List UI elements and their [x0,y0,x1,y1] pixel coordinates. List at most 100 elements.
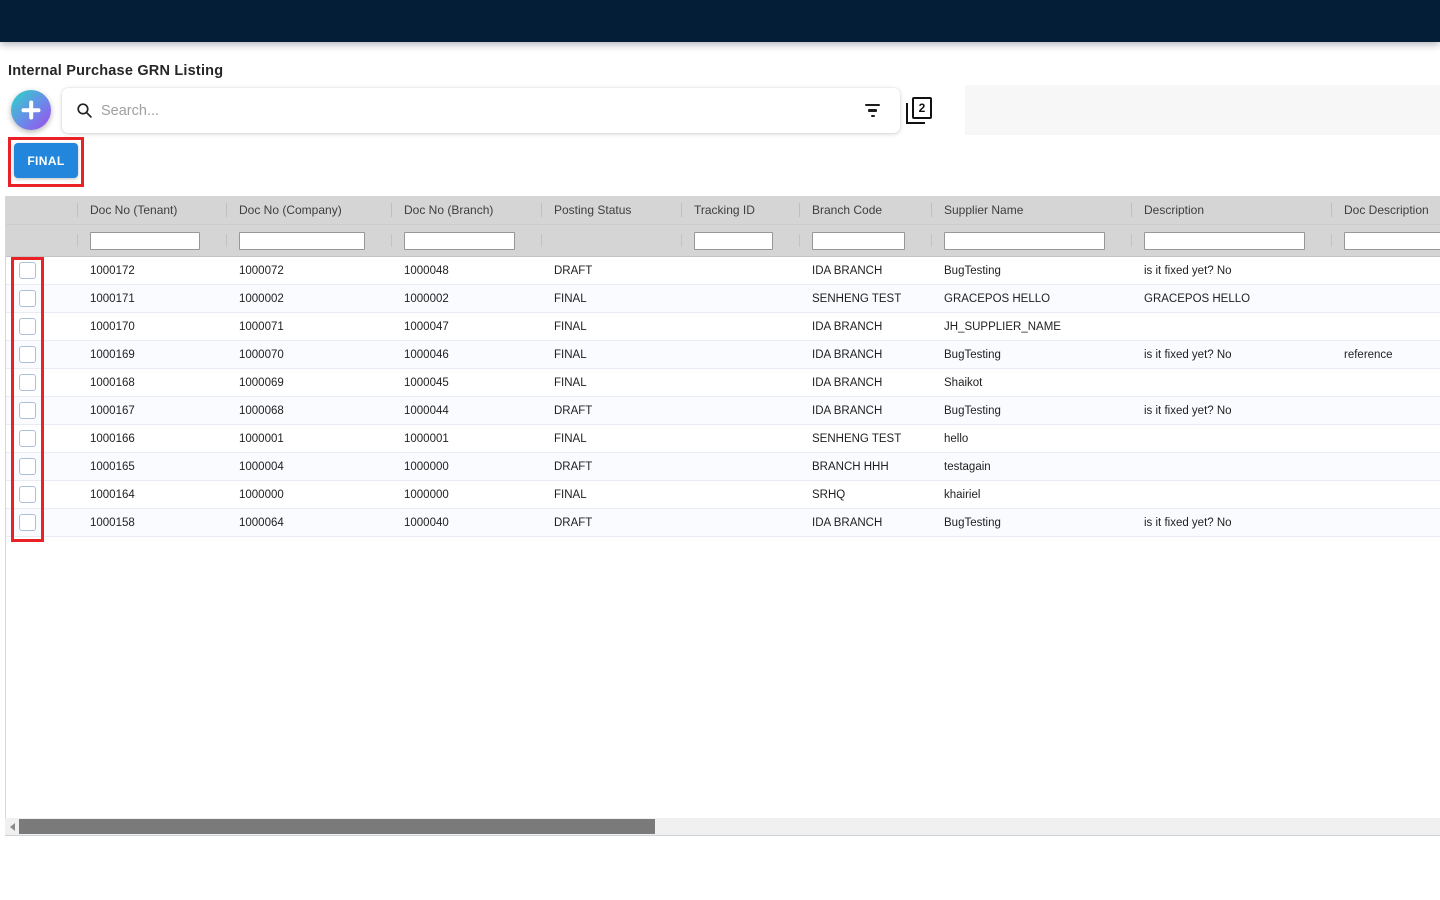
cell-supplier-name: GRACEPOS HELLO [944,292,1051,305]
cell-checkbox [6,481,77,508]
row-checkbox[interactable] [19,346,36,363]
cell-branch-code: SENHENG TEST [812,432,902,445]
cell-branch-code: IDA BRANCH [812,320,883,333]
table-header-row: Doc No (Tenant) Doc No (Company) Doc No … [6,196,1440,224]
table-row[interactable]: 1000158 1000064 1000040 DRAFT IDA BRANCH… [6,509,1440,537]
cell-posting-status: FINAL [554,376,587,389]
cell-description [1131,313,1331,340]
cell-description: is it fixed yet? No [1144,404,1232,417]
row-checkbox[interactable] [19,262,36,279]
pages-icon[interactable]: 2 [906,97,933,125]
row-checkbox[interactable] [19,318,36,335]
row-checkbox[interactable] [19,458,36,475]
cell-supplier-name: BugTesting [944,348,1001,361]
column-header-branch-code[interactable]: Branch Code [799,196,931,224]
cell-doc-no-branch: 1000048 [404,264,449,277]
cell-supplier-name: khairiel [944,488,981,501]
cell-doc-description: reference [1344,348,1393,361]
cell-branch-code: IDA BRANCH [812,404,883,417]
table-row[interactable]: 1000164 1000000 1000000 FINAL SRHQ khair… [6,481,1440,509]
column-header-doc-description[interactable]: Doc Description [1331,196,1440,224]
cell-doc-description [1331,369,1440,396]
filter-input-doc-no-company[interactable] [239,231,365,250]
grn-table: Doc No (Tenant) Doc No (Company) Doc No … [5,196,1440,836]
filter-input-doc-no-tenant[interactable] [90,231,200,250]
cell-checkbox [6,369,77,396]
table-row[interactable]: 1000170 1000071 1000047 FINAL IDA BRANCH… [6,313,1440,341]
column-header-description[interactable]: Description [1131,196,1331,224]
column-header-tracking-id[interactable]: Tracking ID [681,196,799,224]
cell-doc-no-branch: 1000044 [404,404,449,417]
cell-doc-no-tenant: 1000164 [90,488,135,501]
cell-description: is it fixed yet? No [1144,348,1232,361]
toolbar-background-band [965,85,1440,135]
row-checkbox[interactable] [19,374,36,391]
cell-tracking-id [681,285,799,312]
row-checkbox[interactable] [19,290,36,307]
filter-input-branch-code[interactable] [812,231,905,250]
cell-posting-status: FINAL [554,292,587,305]
plus-icon [11,90,51,130]
cell-doc-no-company: 1000064 [239,516,284,529]
table-row[interactable]: 1000172 1000072 1000048 DRAFT IDA BRANCH… [6,257,1440,285]
search-bar [62,88,900,133]
filter-input-tracking-id[interactable] [694,231,773,250]
column-header-doc-no-company[interactable]: Doc No (Company) [226,196,391,224]
filter-input-doc-no-branch[interactable] [404,231,515,250]
column-header-posting-status[interactable]: Posting Status [541,196,681,224]
search-input[interactable] [101,102,865,119]
cell-doc-no-company: 1000072 [239,264,284,277]
cell-tracking-id [681,481,799,508]
scrollbar-thumb[interactable] [19,819,655,834]
table-row[interactable]: 1000169 1000070 1000046 FINAL IDA BRANCH… [6,341,1440,369]
cell-doc-no-tenant: 1000171 [90,292,135,305]
filter-cell-posting-status [541,225,681,256]
filter-list-icon[interactable] [865,103,880,118]
scroll-left-button[interactable] [5,818,19,835]
filter-input-description[interactable] [1144,231,1305,250]
cell-checkbox [6,285,77,312]
cell-doc-no-company: 1000068 [239,404,284,417]
cell-doc-no-company: 1000000 [239,488,284,501]
cell-doc-no-branch: 1000000 [404,460,449,473]
cell-supplier-name: hello [944,432,969,445]
cell-branch-code: IDA BRANCH [812,516,883,529]
cell-branch-code: SENHENG TEST [812,292,902,305]
table-row[interactable]: 1000165 1000004 1000000 DRAFT BRANCH HHH… [6,453,1440,481]
cell-checkbox [6,453,77,480]
cell-tracking-id [681,257,799,284]
row-checkbox[interactable] [19,430,36,447]
filter-input-supplier-name[interactable] [944,231,1105,250]
app-window: Internal Purchase GRN Listing 2 FINAL Do… [0,0,1440,900]
row-checkbox[interactable] [19,402,36,419]
cell-doc-no-company: 1000070 [239,348,284,361]
filter-input-doc-description[interactable] [1344,231,1440,250]
cell-posting-status: FINAL [554,348,587,361]
table-row[interactable]: 1000168 1000069 1000045 FINAL IDA BRANCH… [6,369,1440,397]
cell-tracking-id [681,425,799,452]
row-checkbox[interactable] [19,486,36,503]
table-row[interactable]: 1000166 1000001 1000001 FINAL SENHENG TE… [6,425,1440,453]
row-checkbox[interactable] [19,514,36,531]
column-header-doc-no-tenant[interactable]: Doc No (Tenant) [77,196,226,224]
table-row[interactable]: 1000167 1000068 1000044 DRAFT IDA BRANCH… [6,397,1440,425]
horizontal-scrollbar[interactable] [5,818,1440,836]
cell-doc-no-branch: 1000000 [404,488,449,501]
pages-count-label: 2 [918,101,926,115]
column-header-doc-no-branch[interactable]: Doc No (Branch) [391,196,541,224]
cell-doc-description [1331,285,1440,312]
page-front-sheet-icon: 2 [912,97,932,119]
cell-description: GRACEPOS HELLO [1144,292,1251,305]
cell-tracking-id [681,313,799,340]
filter-cell-checkbox [6,225,77,256]
cell-supplier-name: BugTesting [944,404,1001,417]
cell-description: is it fixed yet? No [1144,516,1232,529]
cell-doc-no-company: 1000001 [239,432,284,445]
add-button[interactable] [11,90,51,130]
column-header-supplier-name[interactable]: Supplier Name [931,196,1131,224]
cell-supplier-name: BugTesting [944,516,1001,529]
final-button[interactable]: FINAL [14,143,78,178]
column-header-checkbox [6,196,77,224]
table-row[interactable]: 1000171 1000002 1000002 FINAL SENHENG TE… [6,285,1440,313]
cell-doc-no-company: 1000071 [239,320,284,333]
